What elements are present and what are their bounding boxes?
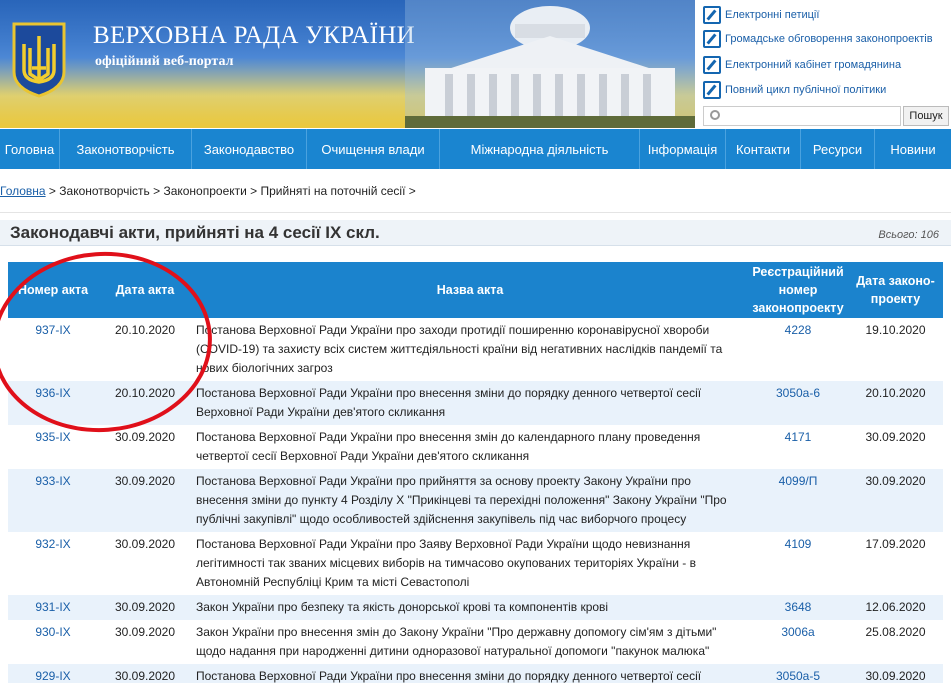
acts-table: Номер акта Дата акта Назва акта Реєстрац…	[8, 262, 943, 683]
registration-number-link[interactable]: 4171	[785, 430, 812, 444]
table-header-row: Номер акта Дата акта Назва акта Реєстрац…	[8, 262, 943, 318]
page-title: Законодавчі акти, прийняті на 4 сесії IX…	[10, 223, 380, 242]
table-row: 933-IX 30.09.2020 Постанова Верховної Ра…	[8, 469, 943, 532]
act-number-link[interactable]: 929-IX	[35, 669, 70, 683]
table-row: 932-IX 30.09.2020 Постанова Верховної Ра…	[8, 532, 943, 595]
bill-date: 30.09.2020	[848, 664, 943, 683]
site-subtitle: офіційний веб-портал	[95, 54, 234, 69]
divider	[0, 212, 951, 213]
table-row: 936-IX 20.10.2020 Постанова Верховної Ра…	[8, 381, 943, 425]
act-number-link[interactable]: 932-IX	[35, 537, 70, 551]
act-date: 30.09.2020	[98, 664, 192, 683]
act-date: 30.09.2020	[98, 469, 192, 532]
bill-date: 12.06.2020	[848, 595, 943, 620]
act-title: Постанова Верховної Ради України про Зая…	[196, 537, 696, 589]
registration-number-link[interactable]: 4099/П	[779, 474, 818, 488]
bill-date: 17.09.2020	[865, 537, 926, 551]
table-row: 931-IX 30.09.2020 Закон України про безп…	[8, 595, 943, 620]
act-number-link[interactable]: 930-IX	[35, 625, 70, 639]
search-button[interactable]: Пошук	[903, 106, 949, 126]
nav-item-information[interactable]: Інформація	[640, 129, 726, 169]
nav-item-legislation[interactable]: Законодавство	[192, 129, 307, 169]
edit-icon	[703, 30, 721, 48]
column-header-act-number[interactable]: Номер акта	[8, 262, 98, 318]
act-title: Постанова Верховної Ради України про при…	[192, 469, 748, 532]
registration-number-link[interactable]: 3648	[785, 600, 812, 614]
quick-links-panel: Електронні петиції Громадське обговоренн…	[695, 0, 951, 128]
nav-item-resources[interactable]: Ресурси	[801, 129, 875, 169]
column-header-act-date[interactable]: Дата акта	[98, 262, 192, 318]
nav-item-lustration[interactable]: Очищення влади	[307, 129, 440, 169]
column-header-bill-date[interactable]: Дата законо-проекту	[848, 262, 943, 318]
registration-number-link[interactable]: 3006а	[781, 625, 814, 639]
column-header-registration-number[interactable]: Реєстраційний номер законопроекту	[748, 262, 848, 318]
search-input[interactable]	[703, 106, 901, 126]
registration-number-link[interactable]: 3050а-6	[776, 386, 820, 400]
act-date: 30.09.2020	[98, 595, 192, 620]
act-date: 30.09.2020	[114, 430, 176, 444]
search-icon	[710, 110, 720, 120]
quick-link-public-discussion[interactable]: Громадське обговорення законопроектів	[703, 29, 933, 49]
quick-link-petitions[interactable]: Електронні петиції	[703, 5, 819, 25]
quick-link-citizen-cabinet[interactable]: Електронний кабінет громадянина	[703, 55, 901, 75]
bill-date: 20.10.2020	[848, 381, 943, 425]
nav-item-lawmaking[interactable]: Законотворчість	[60, 129, 192, 169]
table-row: 935-IX 30.09.2020 Постанова Верховної Ра…	[8, 425, 943, 469]
act-date: 20.10.2020	[98, 381, 192, 425]
site-header: ВЕРХОВНА РАДА УКРАЇНИ офіційний веб-порт…	[0, 0, 951, 128]
act-number-link[interactable]: 937-IX	[35, 323, 70, 337]
registration-number-link[interactable]: 4228	[785, 323, 812, 337]
act-date: 30.09.2020	[114, 625, 176, 639]
edit-icon	[703, 6, 721, 24]
registration-number-link[interactable]: 4109	[785, 537, 812, 551]
total-count: Всього: 106	[878, 229, 939, 241]
column-header-act-title[interactable]: Назва акта	[192, 262, 748, 318]
act-number-link[interactable]: 933-IX	[35, 474, 70, 488]
quick-link-policy-cycle[interactable]: Повний цикл публічної політики	[703, 80, 886, 100]
act-title: Постанова Верховної Ради України про вне…	[196, 430, 701, 463]
nav-item-international[interactable]: Міжнародна діяльність	[440, 129, 640, 169]
table-row: 929-IX 30.09.2020 Постанова Верховної Ра…	[8, 664, 943, 683]
act-title: Постанова Верховної Ради України про вне…	[192, 664, 748, 683]
page-title-bar: Законодавчі акти, прийняті на 4 сесії IX…	[0, 220, 951, 246]
breadcrumb-home-link[interactable]: Головна	[0, 184, 46, 198]
edit-icon	[703, 81, 721, 99]
bill-date: 19.10.2020	[865, 323, 926, 337]
trident-emblem-icon[interactable]	[10, 22, 68, 98]
act-number-link[interactable]: 931-IX	[35, 600, 70, 614]
nav-item-news[interactable]: Новини	[875, 129, 951, 169]
parliament-building-image	[405, 0, 695, 128]
registration-number-link[interactable]: 3050а-5	[776, 669, 820, 683]
act-date: 20.10.2020	[114, 323, 176, 337]
act-number-link[interactable]: 936-IX	[35, 386, 70, 400]
act-date: 30.09.2020	[114, 537, 176, 551]
nav-item-home[interactable]: Головна	[0, 129, 60, 169]
breadcrumb: Головна > Законотворчість > Законопроект…	[0, 184, 416, 198]
bill-date: 25.08.2020	[865, 625, 926, 639]
edit-icon	[703, 56, 721, 74]
act-title: Постанова Верховної Ради України про зах…	[196, 323, 723, 375]
act-number-link[interactable]: 935-IX	[35, 430, 70, 444]
table-row: 930-IX 30.09.2020 Закон України про внес…	[8, 620, 943, 664]
act-title: Закон України про внесення змін до Закон…	[196, 625, 717, 658]
act-title: Постанова Верховної Ради України про вне…	[192, 381, 748, 425]
nav-item-contacts[interactable]: Контакти	[726, 129, 801, 169]
main-nav: Головна Законотворчість Законодавство Оч…	[0, 129, 951, 169]
act-title: Закон України про безпеку та якість доно…	[192, 595, 748, 620]
site-title[interactable]: ВЕРХОВНА РАДА УКРАЇНИ	[93, 22, 415, 50]
table-row: 937-IX 20.10.2020 Постанова Верховної Ра…	[8, 318, 943, 381]
bill-date: 30.09.2020	[848, 469, 943, 532]
bill-date: 30.09.2020	[865, 430, 926, 444]
breadcrumb-path: > Законотворчість > Законопроекти > Прий…	[45, 184, 416, 198]
